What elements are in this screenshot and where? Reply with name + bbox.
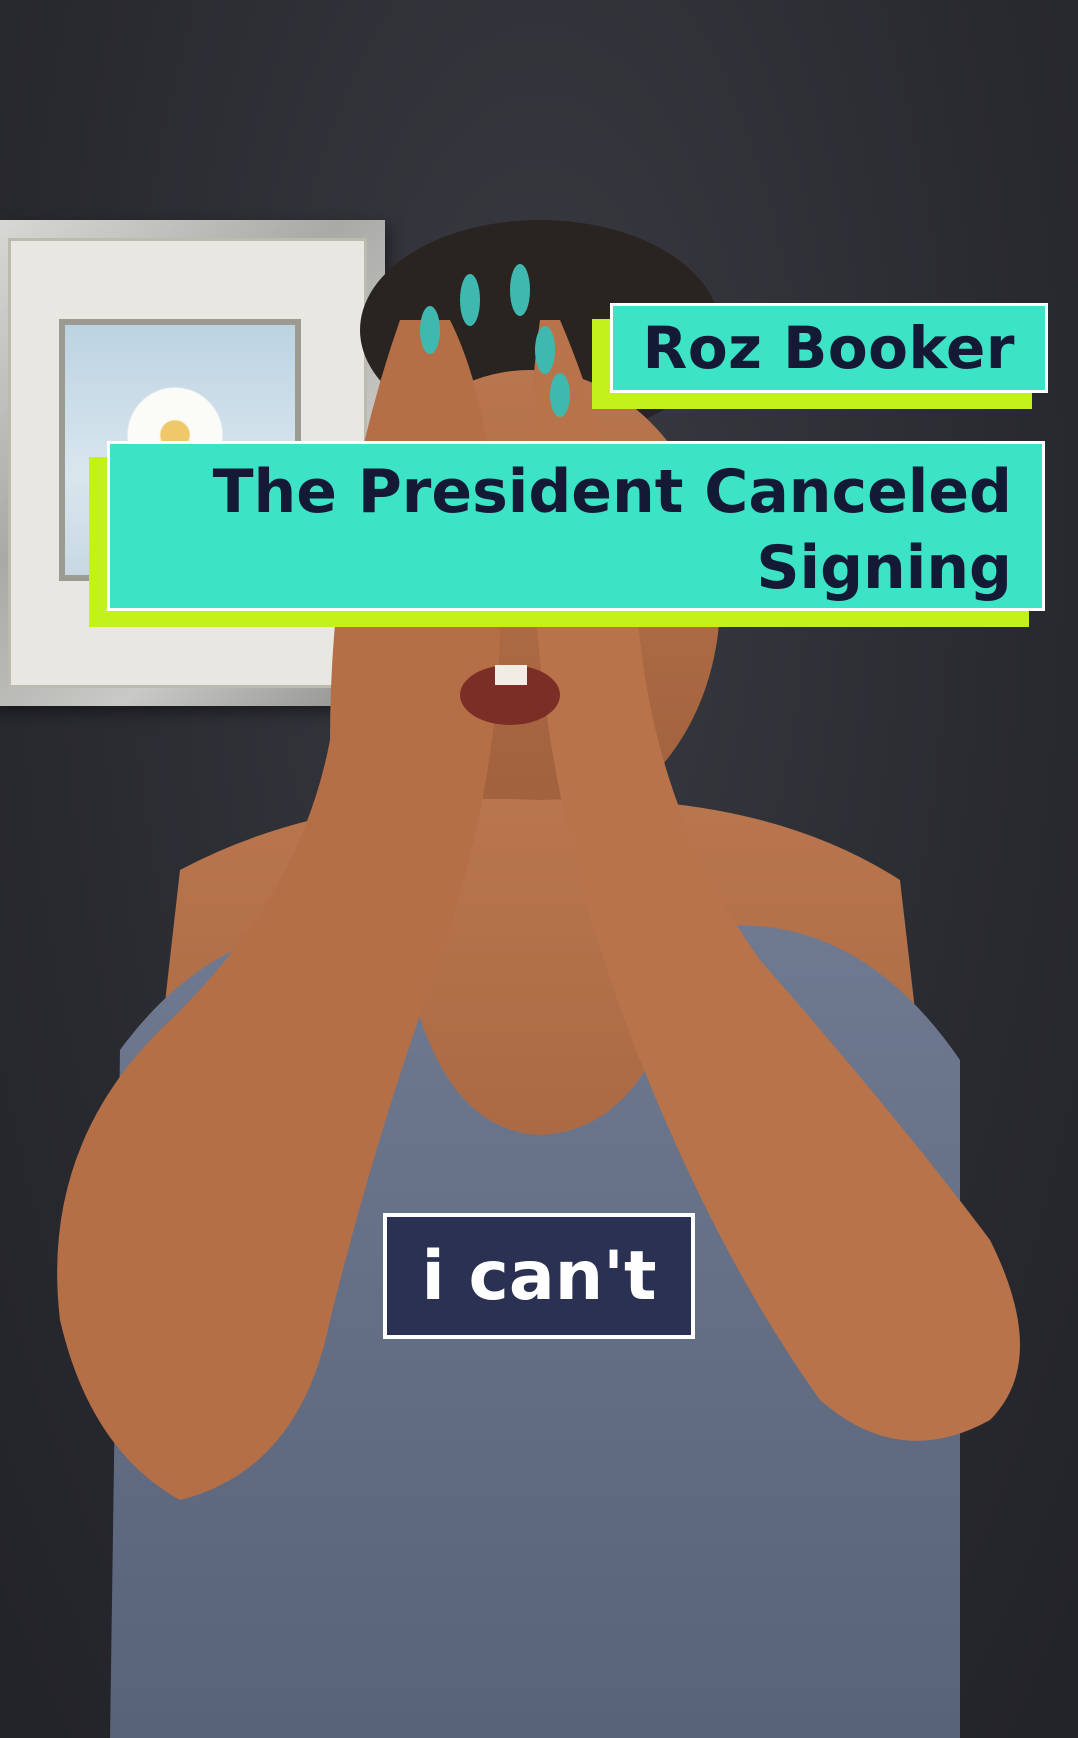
headline-banner: The President Canceled Signing — [89, 441, 1045, 627]
person-covering-face — [57, 220, 1020, 1738]
subtitle-caption: i can't — [383, 1213, 695, 1339]
name-tag-label: Roz Booker — [609, 303, 1048, 393]
headline-text: The President Canceled Signing — [107, 441, 1045, 611]
video-frame: Roz Booker The President Canceled Signin… — [0, 0, 1078, 1738]
teeth — [495, 665, 527, 685]
name-tag: Roz Booker — [591, 303, 1048, 409]
